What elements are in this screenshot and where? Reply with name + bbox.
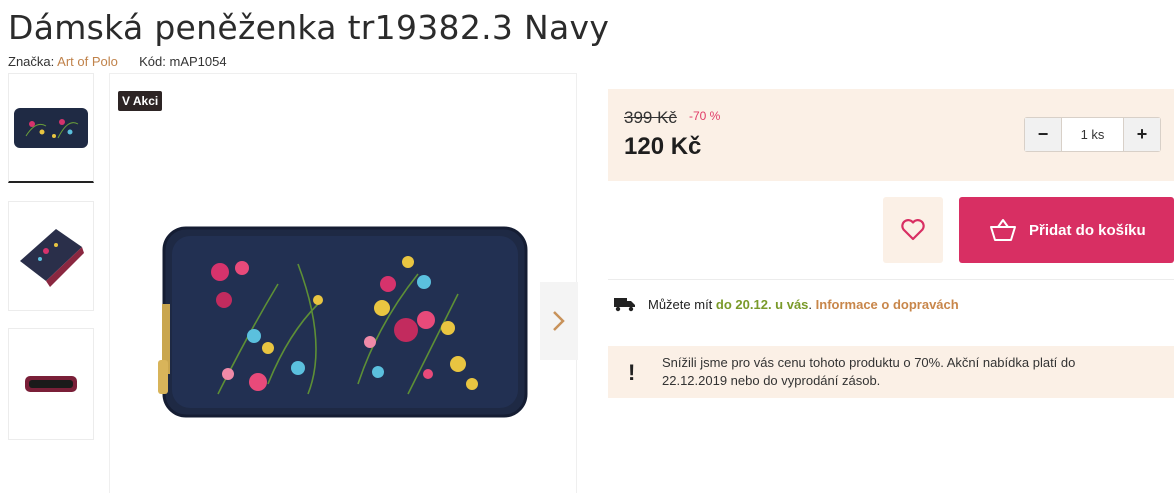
notice-text: Snížili jsme pro vás cenu tohoto produkt… [662,355,1076,388]
discount-notice: ! Snížili jsme pro vás cenu tohoto produ… [608,346,1174,398]
main-product-image[interactable]: V Akci [109,73,578,493]
basket-icon [989,218,1017,242]
wallet-image [158,226,528,418]
price-box: 399 Kč -70 % 120 Kč − 1 ks + [608,89,1174,181]
brand-link[interactable]: Art of Polo [57,54,118,69]
delivery-info-link[interactable]: Informace o dopravách [816,297,959,312]
divider [608,279,1174,280]
product-code: mAP1054 [169,54,227,69]
product-meta: Značka: Art of Polo Kód: mAP1054 [8,54,227,69]
quantity-decrease-button[interactable]: − [1025,118,1062,151]
delivery-prefix: Můžete mít [648,296,716,312]
sale-badge: V Akci [118,91,163,111]
next-image-button[interactable] [540,282,578,360]
delivery-date: do 20.12. u vás [715,296,809,312]
code-label: Kód: [139,54,166,69]
add-to-cart-label: Přidat do košíku [1029,221,1146,239]
add-to-cart-button[interactable]: Přidat do košíku [959,197,1174,263]
discount-badge: -70 % [689,109,721,123]
wallet-side-thumbnail-image [20,229,84,287]
quantity-increase-button[interactable]: + [1123,118,1160,151]
delivery-separator: . [808,296,816,312]
old-price: 399 Kč [624,108,677,127]
add-to-favorites-button[interactable] [883,197,943,263]
current-price: 120 Kč [624,133,702,160]
delivery-info: Můžete mít do 20.12. u vás . Informace o… [614,296,959,312]
chevron-right-icon [553,311,565,331]
quantity-input[interactable]: 1 ks [1062,118,1123,151]
brand-label: Značka: [8,54,55,69]
thumbnail-1[interactable] [8,73,94,183]
exclamation-icon: ! [628,360,636,385]
quantity-stepper: − 1 ks + [1024,117,1161,152]
heart-icon [901,219,925,241]
thumbnail-2[interactable] [8,201,94,311]
thumbnail-3[interactable] [8,328,94,440]
product-title: Dámská peněženka tr19382.3 Navy [8,8,610,47]
wallet-thumbnail-image [14,107,88,148]
wallet-open-thumbnail-image [25,376,77,392]
truck-icon [614,296,636,312]
